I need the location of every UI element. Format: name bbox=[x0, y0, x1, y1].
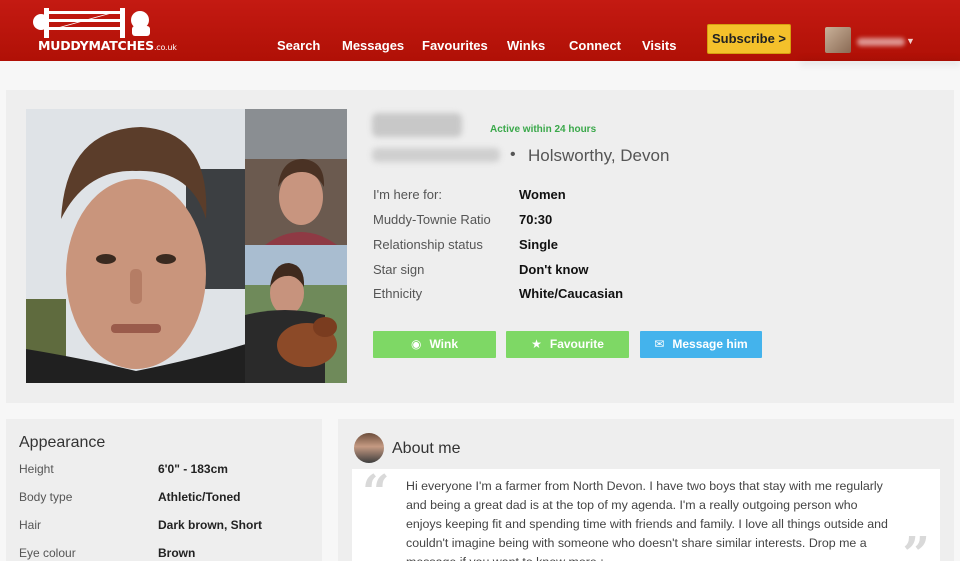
nav-favourites[interactable]: Favourites bbox=[422, 38, 488, 53]
selfie-photo-icon bbox=[245, 109, 347, 245]
active-status: Active within 24 hours bbox=[490, 124, 597, 135]
star-icon: ★ bbox=[531, 337, 542, 351]
appearance-title: Appearance bbox=[19, 434, 106, 451]
portrait-photo-icon bbox=[26, 109, 246, 383]
detail-row: Star sign Don't know bbox=[373, 262, 673, 282]
about-title: About me bbox=[392, 440, 461, 457]
separator-dot: • bbox=[510, 146, 516, 163]
wink-button[interactable]: ◉ Wink bbox=[373, 331, 496, 358]
detail-row: I'm here for: Women bbox=[373, 187, 673, 207]
detail-value: 70:30 bbox=[519, 212, 553, 227]
detail-row: Ethnicity White/Caucasian bbox=[373, 286, 673, 306]
detail-row: Muddy-Townie Ratio 70:30 bbox=[373, 212, 673, 232]
appearance-value: Brown bbox=[158, 546, 196, 560]
detail-value: White/Caucasian bbox=[519, 286, 624, 301]
about-text: Hi everyone I'm a farmer from North Devo… bbox=[406, 479, 888, 561]
detail-value: Don't know bbox=[519, 262, 589, 277]
nav-visits[interactable]: Visits bbox=[642, 38, 676, 53]
nav-messages[interactable]: Messages bbox=[342, 38, 404, 53]
appearance-label: Hair bbox=[19, 518, 42, 532]
favourite-button[interactable]: ★ Favourite bbox=[506, 331, 629, 358]
detail-label: Muddy-Townie Ratio bbox=[373, 212, 491, 227]
detail-label: I'm here for: bbox=[373, 187, 442, 202]
top-header: MUDDYMATCHES.co.uk Search Messages Favou… bbox=[0, 0, 960, 61]
profile-location: Holsworthy, Devon bbox=[528, 146, 670, 165]
chevron-down-icon[interactable]: ▼ bbox=[906, 36, 915, 46]
about-avatar bbox=[354, 433, 384, 463]
detail-label: Ethnicity bbox=[373, 286, 423, 301]
header-shadow bbox=[800, 58, 960, 66]
appearance-value: Athletic/Toned bbox=[158, 490, 241, 504]
appearance-label: Body type bbox=[19, 490, 73, 504]
appearance-row: Height 6'0" - 183cm bbox=[19, 462, 309, 480]
close-quote-icon: ” bbox=[902, 527, 930, 561]
profile-age-redacted bbox=[372, 148, 500, 162]
user-menu-name-redacted[interactable] bbox=[857, 38, 905, 46]
profile-photo-thumbnail-2[interactable] bbox=[245, 245, 347, 383]
profile-panel: Active within 24 hours • Holsworthy, Dev… bbox=[6, 90, 954, 403]
detail-row: Relationship status Single bbox=[373, 237, 673, 257]
user-avatar[interactable] bbox=[825, 27, 851, 53]
profile-photo-thumbnail-1[interactable] bbox=[245, 109, 347, 245]
detail-value: Single bbox=[519, 237, 559, 252]
muddymatches-logo[interactable]: MUDDYMATCHES.co.uk bbox=[32, 2, 177, 56]
about-text-box: “ Hi everyone I'm a farmer from North De… bbox=[352, 469, 940, 561]
detail-value: Women bbox=[519, 187, 566, 202]
main-profile-photo[interactable] bbox=[26, 109, 246, 383]
appearance-panel: Appearance Height 6'0" - 183cm Body type… bbox=[6, 419, 322, 561]
appearance-row: Hair Dark brown, Short bbox=[19, 518, 309, 536]
nav-search[interactable]: Search bbox=[277, 38, 320, 53]
brand-wordmark: MUDDYMATCHES.co.uk bbox=[38, 38, 177, 53]
message-button[interactable]: ✉ Message him bbox=[640, 331, 762, 358]
appearance-row: Eye colour Brown bbox=[19, 546, 309, 561]
appearance-row: Body type Athletic/Toned bbox=[19, 490, 309, 508]
farm-gate-logo-icon bbox=[33, 8, 150, 38]
envelope-icon: ✉ bbox=[654, 337, 665, 351]
detail-label: Relationship status bbox=[373, 237, 483, 252]
appearance-label: Eye colour bbox=[19, 546, 76, 560]
wink-eye-icon: ◉ bbox=[410, 337, 422, 351]
subscribe-button[interactable]: Subscribe > bbox=[707, 24, 791, 54]
about-panel: About me “ Hi everyone I'm a farmer from… bbox=[338, 419, 954, 561]
appearance-value: Dark brown, Short bbox=[158, 518, 263, 532]
open-quote-icon: “ bbox=[362, 465, 390, 521]
nav-winks[interactable]: Winks bbox=[507, 38, 545, 53]
profile-name-redacted bbox=[372, 113, 462, 137]
detail-label: Star sign bbox=[373, 262, 425, 277]
appearance-label: Height bbox=[19, 462, 54, 476]
photo-with-dog-icon bbox=[245, 245, 347, 383]
appearance-value: 6'0" - 183cm bbox=[158, 462, 228, 476]
nav-connect[interactable]: Connect bbox=[569, 38, 621, 53]
